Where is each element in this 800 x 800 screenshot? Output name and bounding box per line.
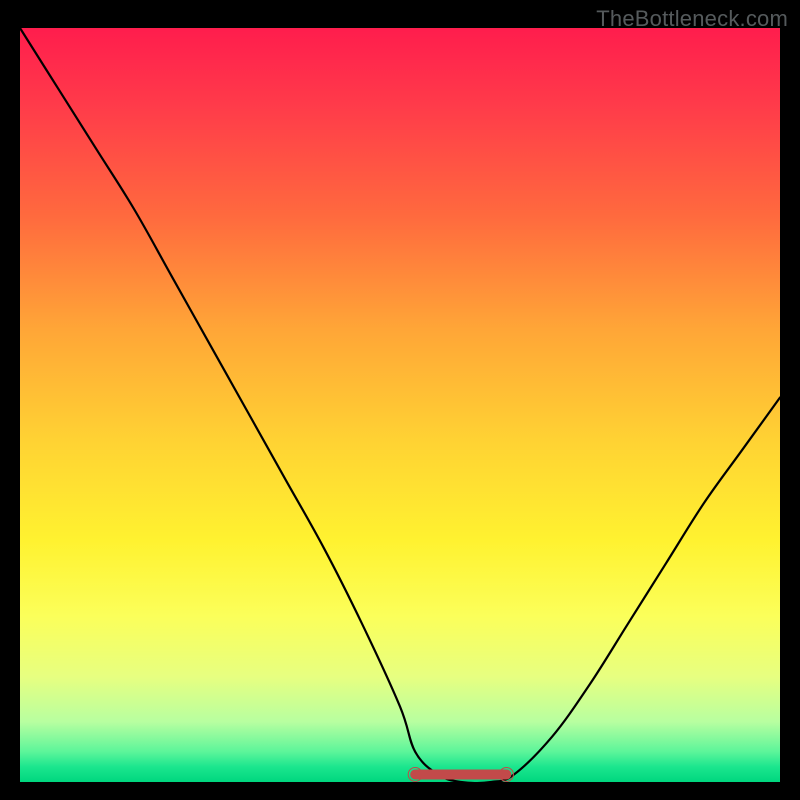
- watermark-text: TheBottleneck.com: [596, 6, 788, 32]
- bottleneck-curve: [20, 28, 780, 782]
- plot-area: [20, 28, 780, 782]
- curve-layer: [20, 28, 780, 782]
- optimal-range-start-dot: [415, 774, 416, 775]
- optimal-range-end-dot: [506, 774, 507, 775]
- chart-frame: TheBottleneck.com: [0, 0, 800, 800]
